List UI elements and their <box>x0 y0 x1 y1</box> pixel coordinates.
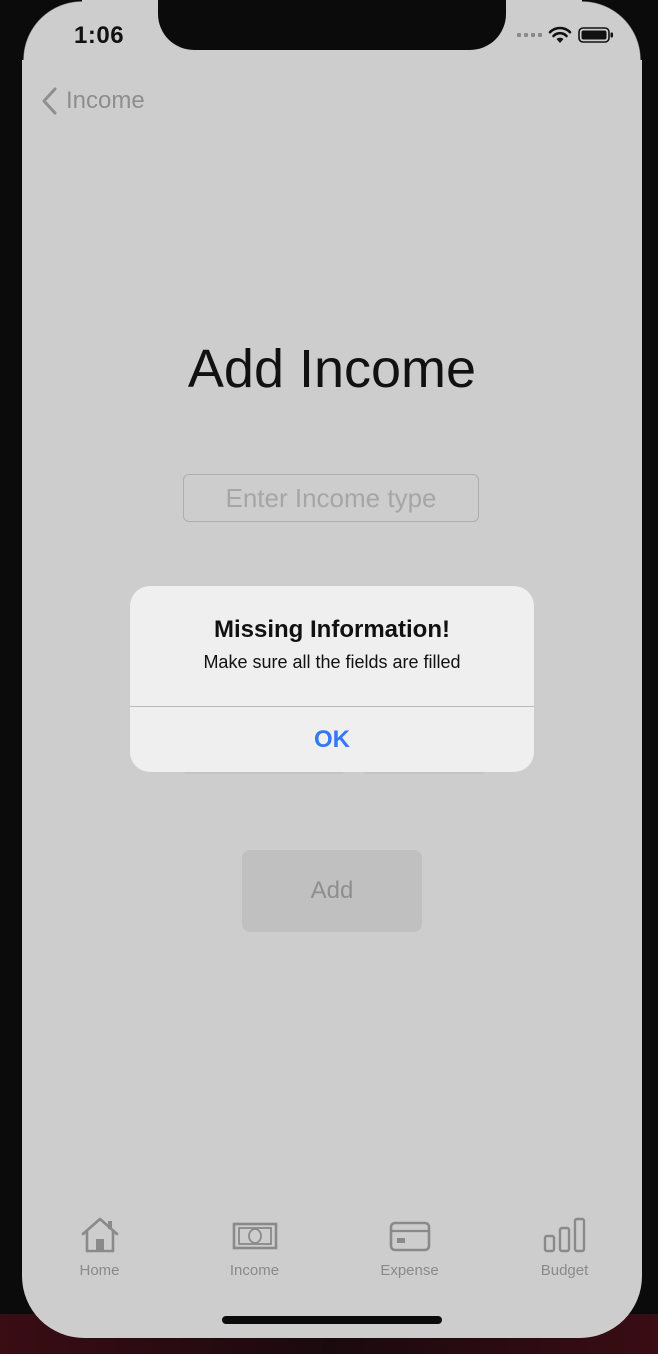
credit-card-icon <box>389 1221 430 1252</box>
income-type-input[interactable]: Enter Income type <box>183 474 479 522</box>
house-icon <box>81 1217 118 1253</box>
tab-label: Budget <box>540 1262 589 1279</box>
add-button[interactable]: Add <box>242 850 422 932</box>
tab-expense[interactable]: Expense <box>332 1216 487 1296</box>
device-notch <box>158 0 506 50</box>
tab-income[interactable]: Income <box>177 1216 332 1296</box>
battery-icon <box>578 27 613 43</box>
alert-ok-button[interactable]: OK <box>130 707 534 772</box>
home-indicator[interactable] <box>222 1316 442 1324</box>
status-time-overlay: 1:06 <box>74 22 125 49</box>
chevron-left-icon <box>42 87 57 115</box>
app-screen: 1:06 Income Add Income En <box>22 0 642 1338</box>
tab-label: Income <box>229 1262 280 1279</box>
tab-bar: Home Income Expense Budget <box>22 1216 642 1296</box>
missing-info-alert: Missing Information! Make sure all the f… <box>130 586 534 772</box>
tab-label: Home <box>79 1262 120 1279</box>
wifi-icon <box>548 26 572 43</box>
cellular-signal-icon <box>517 33 542 37</box>
banknote-icon <box>232 1222 277 1250</box>
device-frame: 1:06 Income Add Income En <box>0 0 658 1354</box>
alert-message: Make sure all the fields are filled <box>203 652 461 672</box>
bar-chart-icon <box>543 1217 585 1253</box>
page-title: Add Income <box>187 339 477 399</box>
tab-label: Expense <box>380 1262 439 1279</box>
tab-home[interactable]: Home <box>22 1216 177 1296</box>
back-button[interactable]: Income <box>40 86 145 116</box>
back-button-label: Income <box>66 87 145 114</box>
status-icons <box>517 26 614 44</box>
tab-budget[interactable]: Budget <box>487 1216 642 1296</box>
alert-title: Missing Information! <box>214 616 450 643</box>
